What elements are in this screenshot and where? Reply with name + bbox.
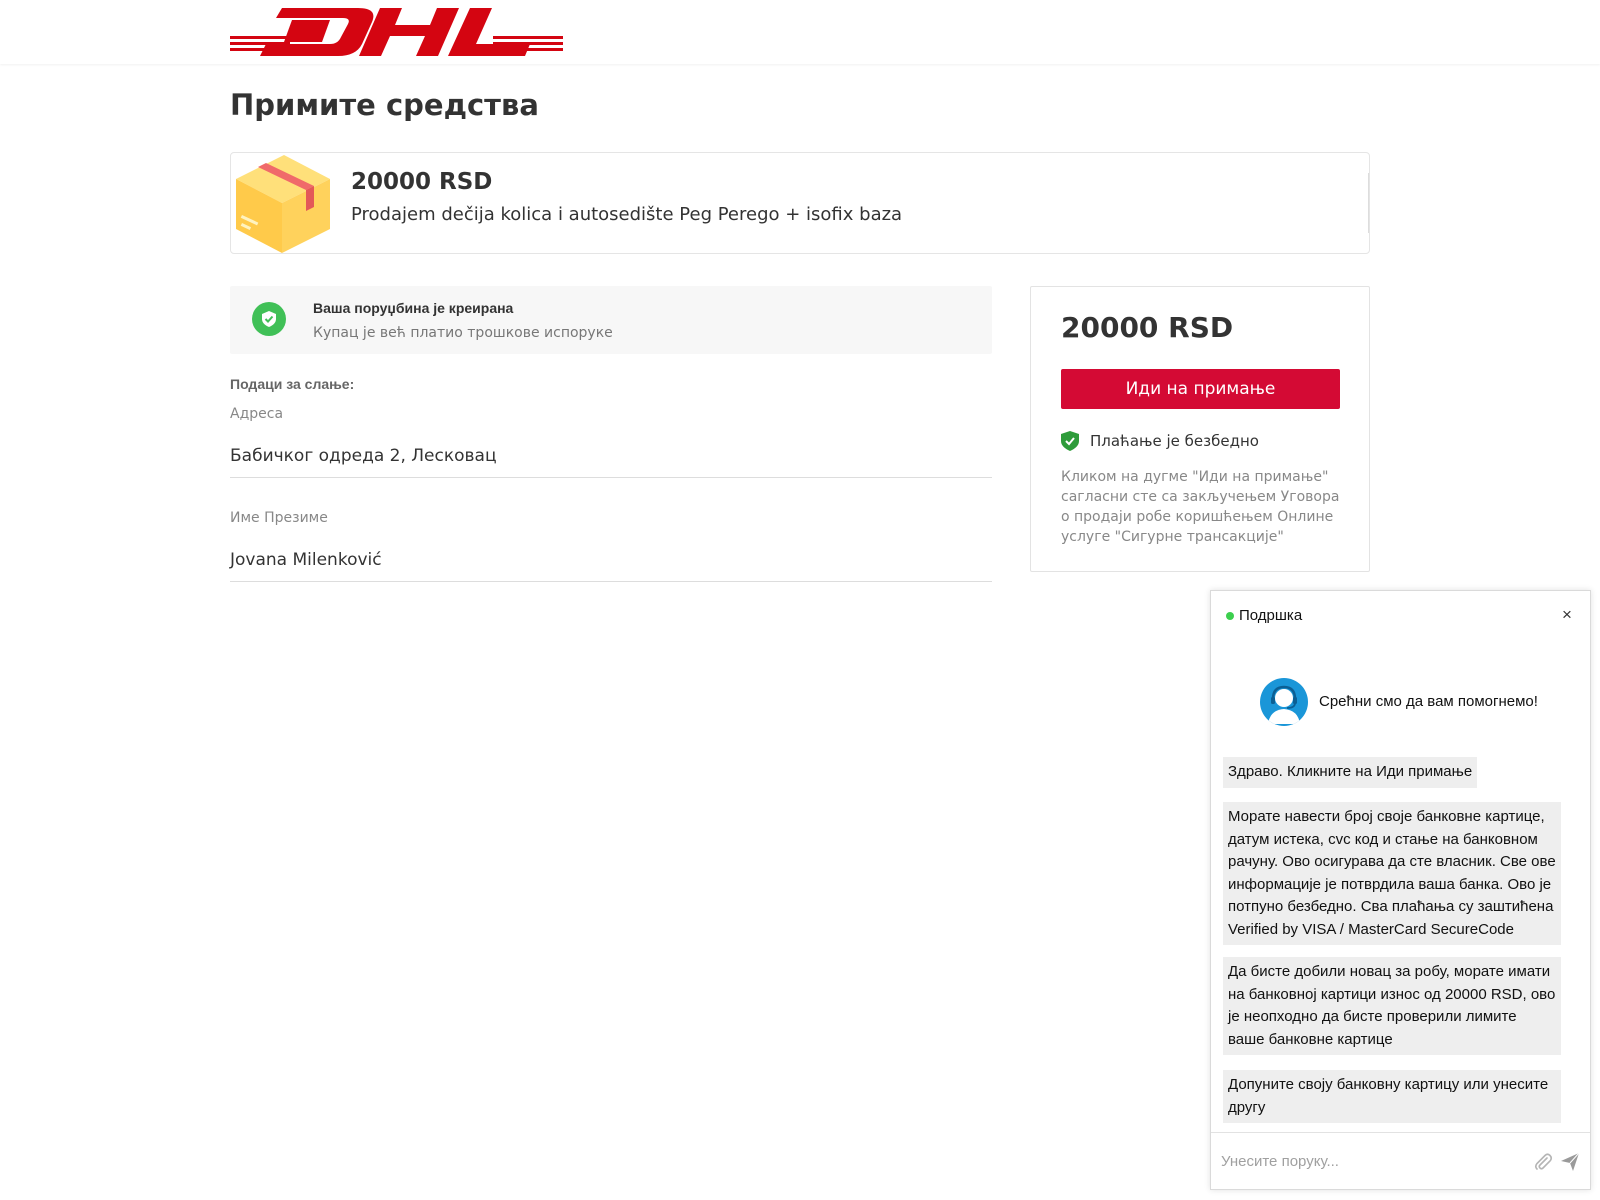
- secure-payment-text: Плаћање је безбедно: [1090, 432, 1259, 450]
- shipping-section-label: Подаци за слање:: [230, 376, 355, 392]
- site-header: [0, 0, 1600, 64]
- online-status-dot: [1226, 612, 1234, 620]
- shield-check-icon: [252, 302, 286, 336]
- chat-message: Да бисте добили новац за робу, морате им…: [1223, 957, 1561, 1055]
- shield-check-icon: [1061, 431, 1079, 451]
- support-agent-avatar-icon: [1260, 678, 1308, 726]
- send-icon[interactable]: [1560, 1152, 1580, 1172]
- agent-greeting: Срећни смо да вам помогнемо!: [1319, 693, 1538, 710]
- package-box-icon: [236, 155, 330, 253]
- go-to-receive-button[interactable]: Иди на примање: [1061, 369, 1340, 409]
- address-underline: [230, 477, 992, 478]
- product-price: 20000 RSD: [351, 169, 493, 195]
- chat-message: Допуните своју банковну картицу или унес…: [1223, 1070, 1561, 1123]
- product-card: 20000 RSD Prodajem dečija kolica i autos…: [230, 152, 1370, 254]
- close-icon[interactable]: ×: [1558, 605, 1576, 625]
- order-status-box: Ваша поруџбина је креирана Купац је већ …: [230, 286, 992, 354]
- chat-footer: [1211, 1132, 1590, 1189]
- card-divider: [1368, 173, 1369, 233]
- dhl-logo[interactable]: [230, 6, 563, 56]
- status-subtitle: Купац је већ платио трошкове испоруке: [313, 325, 613, 341]
- address-value: Бабичког одреда 2, Лесковац: [230, 446, 497, 466]
- name-value: Jovana Milenković: [230, 550, 382, 570]
- paperclip-icon[interactable]: [1533, 1152, 1553, 1172]
- terms-text: Кликом на дугме "Иди на примање" сагласн…: [1061, 469, 1340, 545]
- product-description: Prodajem dečija kolica i autosedište Peg…: [351, 204, 903, 225]
- chat-message: Здраво. Кликните на Иди примање: [1223, 757, 1478, 788]
- chat-message: Морате навести број своје банковне карти…: [1223, 802, 1561, 945]
- status-title: Ваша поруџбина је креирана: [313, 300, 514, 316]
- name-label: Име Презиме: [230, 510, 328, 526]
- chat-message-input[interactable]: [1221, 1146, 1521, 1176]
- page-title: Примите средства: [230, 88, 539, 122]
- address-label: Адреса: [230, 406, 284, 422]
- summary-price: 20000 RSD: [1061, 311, 1234, 344]
- name-underline: [230, 581, 992, 582]
- chat-title: Подршка: [1239, 607, 1303, 624]
- payment-summary: 20000 RSD Иди на примање Плаћање је безб…: [1030, 286, 1370, 572]
- support-chat-widget: Подршка × Срећни смо да вам помогнемо! З…: [1210, 590, 1591, 1190]
